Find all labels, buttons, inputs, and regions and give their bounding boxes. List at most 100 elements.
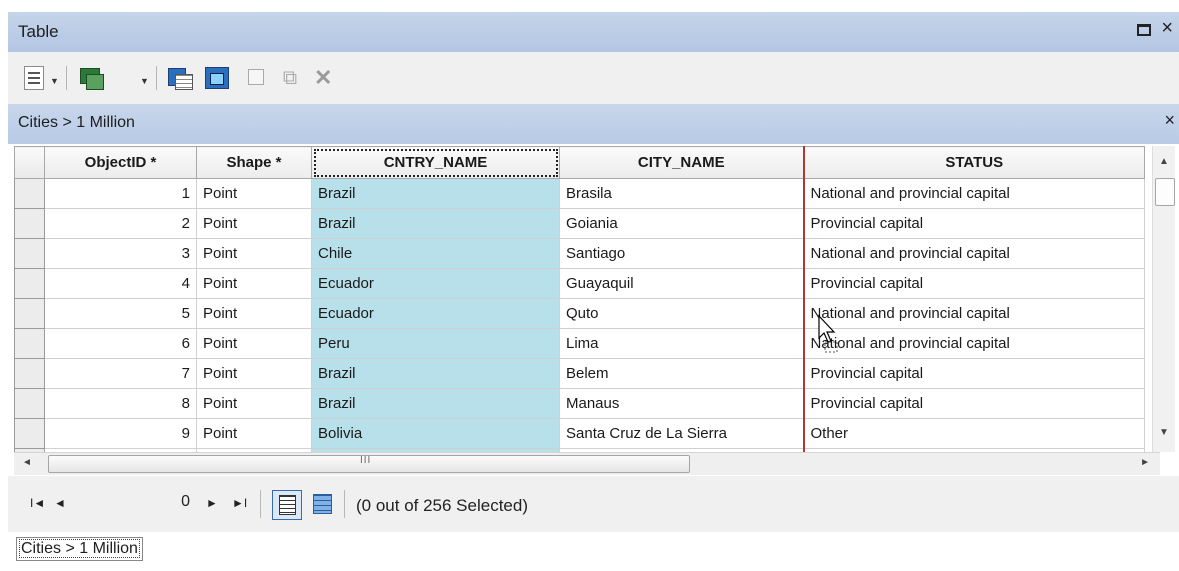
scroll-up-icon[interactable]: ▲ bbox=[1159, 156, 1169, 167]
table-row[interactable]: 1 Point Brazil Brasila National and provinci… bbox=[14, 178, 1145, 209]
cell-objectid[interactable]: 1 bbox=[44, 178, 197, 209]
cell-status[interactable]: National and provincial capital bbox=[802, 178, 1145, 209]
switch-selection-icon[interactable] bbox=[204, 66, 232, 90]
cell-objectid[interactable]: 7 bbox=[44, 358, 197, 389]
current-record-field[interactable]: 0 bbox=[68, 493, 190, 511]
select-by-attributes-icon[interactable] bbox=[166, 66, 194, 90]
cell-city-name[interactable]: Brasila bbox=[559, 178, 804, 209]
cell-status[interactable]: Provincial capital bbox=[802, 358, 1145, 389]
row-selector[interactable] bbox=[14, 238, 45, 269]
row-selector[interactable] bbox=[14, 268, 45, 299]
cell-status[interactable]: Provincial capital bbox=[802, 388, 1145, 419]
cell-city-name[interactable]: Belem bbox=[559, 358, 804, 389]
column-header-city-name[interactable]: CITY_NAME bbox=[559, 146, 804, 179]
cell-shape[interactable]: Point bbox=[196, 328, 312, 359]
zoom-to-selected-icon[interactable]: ⧉ bbox=[278, 66, 302, 90]
cell-shape[interactable]: Point bbox=[196, 358, 312, 389]
table-options-icon[interactable] bbox=[24, 66, 44, 90]
cell-city-name[interactable]: Guayaquil bbox=[559, 268, 804, 299]
cell-shape[interactable]: Point bbox=[196, 388, 312, 419]
column-header-objectid[interactable]: ObjectID * bbox=[44, 146, 197, 179]
cell-cntry-name[interactable]: Brazil bbox=[311, 358, 560, 389]
column-header-shape[interactable]: Shape * bbox=[196, 146, 312, 179]
table-row[interactable]: 4 Point Ecuador Guayaquil Provincial capital bbox=[14, 268, 1145, 299]
cell-cntry-name[interactable]: Bolivia bbox=[311, 418, 560, 449]
close-window-icon[interactable]: × bbox=[1161, 17, 1173, 40]
cell-shape[interactable]: Point bbox=[196, 208, 312, 239]
row-selector[interactable] bbox=[14, 328, 45, 359]
cell-status[interactable]: Provincial capital bbox=[802, 268, 1145, 299]
cell-objectid[interactable]: 3 bbox=[44, 238, 197, 269]
cell-status[interactable]: National and provincial capital bbox=[802, 298, 1145, 329]
cell-status[interactable]: Other bbox=[802, 418, 1145, 449]
restore-icon[interactable] bbox=[1137, 24, 1151, 36]
cell-city-name[interactable]: Santiago bbox=[559, 238, 804, 269]
table-row[interactable]: 3 Point Chile Santiago National and provinci… bbox=[14, 238, 1145, 269]
scroll-down-icon[interactable]: ▼ bbox=[1159, 427, 1169, 438]
cell-shape[interactable]: Point bbox=[196, 298, 312, 329]
window-title: Table bbox=[18, 22, 59, 41]
cell-shape[interactable]: Point bbox=[196, 178, 312, 209]
cell-shape[interactable]: Point bbox=[196, 238, 312, 269]
table-toolbar: ▼ ▼ ⧉ ✕ bbox=[8, 52, 1179, 104]
cell-cntry-name[interactable]: Brazil bbox=[311, 208, 560, 239]
cell-city-name[interactable]: Goiania bbox=[559, 208, 804, 239]
clear-selection-icon[interactable] bbox=[246, 66, 266, 90]
row-selector[interactable] bbox=[14, 178, 45, 209]
cell-city-name[interactable]: Santa Cruz de La Sierra bbox=[559, 418, 804, 449]
column-header-cntry-name[interactable]: CNTRY_NAME bbox=[311, 146, 560, 179]
row-selector[interactable] bbox=[14, 208, 45, 239]
select-all-header[interactable] bbox=[14, 146, 45, 179]
last-record-button[interactable]: ►I bbox=[232, 496, 247, 510]
scroll-left-icon[interactable]: ◄ bbox=[22, 457, 32, 468]
vertical-scrollbar[interactable]: ▲ ▼ bbox=[1152, 146, 1175, 452]
cell-cntry-name[interactable]: Ecuador bbox=[311, 268, 560, 299]
cell-city-name[interactable]: Quto bbox=[559, 298, 804, 329]
cell-objectid[interactable]: 6 bbox=[44, 328, 197, 359]
scroll-right-icon[interactable]: ► bbox=[1140, 457, 1150, 468]
table-row[interactable]: 5 Point Ecuador Quto National and provincial… bbox=[14, 298, 1145, 329]
related-tables-dropdown-icon[interactable]: ▼ bbox=[140, 76, 149, 86]
related-tables-icon[interactable] bbox=[78, 66, 106, 90]
column-header-status[interactable]: STATUS bbox=[802, 146, 1145, 179]
row-selector[interactable] bbox=[14, 298, 45, 329]
show-all-records-icon[interactable] bbox=[272, 490, 302, 520]
horizontal-scrollbar[interactable]: ◄ III ► bbox=[14, 452, 1160, 475]
cell-status[interactable]: National and provincial capital bbox=[802, 328, 1145, 359]
cell-objectid[interactable]: 2 bbox=[44, 208, 197, 239]
cell-status[interactable]: National and provincial capital bbox=[802, 238, 1145, 269]
delete-selected-icon[interactable]: ✕ bbox=[314, 66, 336, 90]
row-selector[interactable] bbox=[14, 418, 45, 449]
cell-city-name[interactable]: Manaus bbox=[559, 388, 804, 419]
row-selector[interactable] bbox=[14, 358, 45, 389]
first-record-button[interactable]: I◄ bbox=[30, 496, 45, 510]
previous-record-button[interactable]: ◄ bbox=[54, 496, 66, 510]
row-selector[interactable] bbox=[14, 388, 45, 419]
table-row[interactable]: 6 Point Peru Lima National and provincial ca… bbox=[14, 328, 1145, 359]
vertical-scroll-thumb[interactable] bbox=[1155, 178, 1175, 206]
table-tab-cities[interactable]: Cities > 1 Million bbox=[16, 537, 143, 561]
table-row[interactable]: 9 Point Bolivia Santa Cruz de La Sierra Othe… bbox=[14, 418, 1145, 449]
cell-objectid[interactable]: 5 bbox=[44, 298, 197, 329]
table-row[interactable]: 2 Point Brazil Goiania Provincial capital bbox=[14, 208, 1145, 239]
show-selected-records-icon[interactable] bbox=[308, 490, 336, 518]
cell-cntry-name[interactable]: Peru bbox=[311, 328, 560, 359]
cell-cntry-name[interactable]: Brazil bbox=[311, 388, 560, 419]
cell-city-name[interactable]: Lima bbox=[559, 328, 804, 359]
record-navigation-bar: I◄ ◄ 0 ► ►I (0 out of 256 Selected) bbox=[8, 476, 1179, 532]
table-options-dropdown-icon[interactable]: ▼ bbox=[50, 76, 59, 86]
mouse-cursor-icon bbox=[818, 314, 838, 353]
cell-cntry-name[interactable]: Chile bbox=[311, 238, 560, 269]
cell-shape[interactable]: Point bbox=[196, 268, 312, 299]
cell-status[interactable]: Provincial capital bbox=[802, 208, 1145, 239]
table-row[interactable]: 7 Point Brazil Belem Provincial capital bbox=[14, 358, 1145, 389]
cell-cntry-name[interactable]: Ecuador bbox=[311, 298, 560, 329]
cell-objectid[interactable]: 4 bbox=[44, 268, 197, 299]
close-tab-icon[interactable]: × bbox=[1164, 110, 1175, 131]
cell-shape[interactable]: Point bbox=[196, 418, 312, 449]
cell-cntry-name[interactable]: Brazil bbox=[311, 178, 560, 209]
cell-objectid[interactable]: 9 bbox=[44, 418, 197, 449]
table-row[interactable]: 8 Point Brazil Manaus Provincial capital bbox=[14, 388, 1145, 419]
cell-objectid[interactable]: 8 bbox=[44, 388, 197, 419]
next-record-button[interactable]: ► bbox=[206, 496, 218, 510]
